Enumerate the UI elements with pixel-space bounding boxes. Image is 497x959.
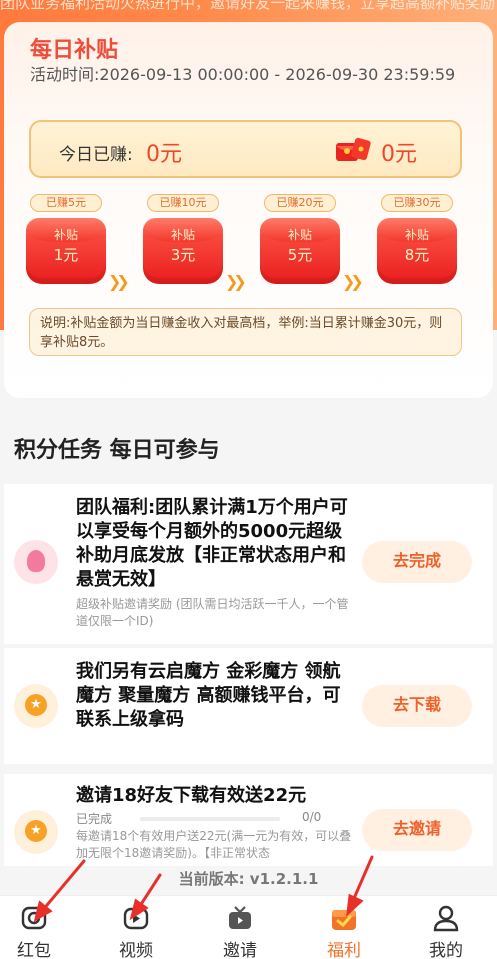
tab-red-packet[interactable]: 红包 [0,896,84,959]
tier-threshold-label: 已赚10元 [147,194,219,212]
user-pink-icon [14,540,58,584]
camera-icon [21,906,47,930]
tasks-section-title: 积分任务 每日可参与 [14,438,220,463]
tier-amount: 3元 [170,246,196,264]
tab-label: 视频 [119,941,153,959]
video-icon [123,907,149,930]
red-envelope-icon: 补贴 3元 [143,218,223,284]
tier-threshold-label: 已赚20元 [264,194,336,212]
tab-welfare[interactable]: 福利 [294,896,394,959]
tier-amount: 1元 [53,246,79,264]
top-banner-text: 团队业务福利活动火热进行中，邀请好友一起来赚钱，立享超高额补贴奖励 [0,0,496,12]
subsidy-tier: 已赚20元 补贴 5元 [260,194,340,286]
red-envelope-icon: 补贴 8元 [377,218,457,284]
subsidy-note: 说明:补贴金额为当日赚金收入对最高档，举例:当日累计赚金30元，则享补贴8元。 [29,308,462,356]
task-item: 团队福利:团队累计满1万个用户可以享受每个月额外的5000元超级补助月底发放【非… [4,484,493,644]
task-invite-button[interactable]: 去邀请 [362,809,472,851]
bottom-tab-bar: 红包 视频 邀请 福利 我的 [0,895,497,959]
version-text: 当前版本: v1.2.1.1 [178,870,319,888]
tab-video[interactable]: 视频 [86,896,186,959]
tier-name: 补贴 [53,228,78,242]
task-item: 邀请18好友下载有效送22元 已完成 0/0 每邀请18个有效用户送22元(满一… [4,774,493,866]
subsidy-tier: 已赚30元 补贴 8元 [377,194,457,286]
person-icon [433,905,459,932]
red-envelope-icon: 补贴 1元 [26,218,106,284]
task-text: 我们另有云启魔方 金彩魔方 领航魔方 聚量魔方 高额赚钱平台，可联系上级拿码 [76,661,341,730]
tier-name: 补贴 [404,228,429,242]
tier-threshold-label: 已赚30元 [381,194,453,212]
progress-bar [140,817,280,821]
gift-check-icon [332,910,356,930]
tab-mine[interactable]: 我的 [396,896,496,959]
subsidy-tier: 已赚10元 补贴 3元 [143,194,223,286]
tier-amount: 8元 [404,246,430,264]
red-envelope-icon: 补贴 5元 [260,218,340,284]
task-download-button[interactable]: 去下载 [362,685,472,727]
activity-time: 活动时间:2026-09-13 00:00:00 - 2026-09-30 23… [30,65,456,84]
chevron-right-icon: ❯❯ [108,272,130,291]
subsidy-bonus-value: 0元 [381,142,417,167]
tab-label: 福利 [327,941,361,959]
daily-subsidy-card: 每日补贴 活动时间:2026-09-13 00:00:00 - 2026-09-… [4,22,493,398]
subsidy-title: 每日补贴 [30,38,119,63]
tier-name: 补贴 [170,228,195,242]
earned-today-box: 今日已赚: 0元 0元 [29,120,462,178]
tab-invite[interactable]: 邀请 [190,896,290,959]
task-complete-button[interactable]: 去完成 [362,541,472,583]
task-item: 我们另有云启魔方 金彩魔方 领航魔方 聚量魔方 高额赚钱平台，可联系上级拿码 去… [4,648,493,764]
tier-threshold-label: 已赚5元 [30,194,102,212]
subsidy-tier: 已赚5元 补贴 1元 [26,194,106,286]
star-coin-icon [14,810,58,854]
task-text: 邀请18好友下载有效送22元 [76,785,307,806]
tab-label: 邀请 [223,941,257,959]
tier-amount: 5元 [287,246,313,264]
red-envelope-icon [336,137,371,161]
chevron-right-icon: ❯❯ [342,272,364,291]
progress-count: 0/0 [302,810,322,824]
earned-today-label: 今日已赚: [59,145,133,165]
earned-today-value: 0元 [146,142,182,167]
progress-label: 已完成 [76,812,113,826]
task-text: 团队福利:团队累计满1万个用户可以享受每个月额外的5000元超级补助月底发放【非… [76,497,348,590]
tv-icon [229,906,251,929]
tab-label: 红包 [17,941,51,959]
star-coin-icon [14,684,58,728]
tab-label: 我的 [429,941,463,959]
task-subtext: 每邀请18个有效用户送22元(满一元为有效，可以叠加无限个18邀请奖励)。【非正… [76,829,352,860]
task-subtext: 超级补贴邀请奖励 (团队需日均活跃一千人，一个管道仅限一个ID) [76,597,349,628]
tier-name: 补贴 [287,228,312,242]
chevron-right-icon: ❯❯ [225,272,247,291]
